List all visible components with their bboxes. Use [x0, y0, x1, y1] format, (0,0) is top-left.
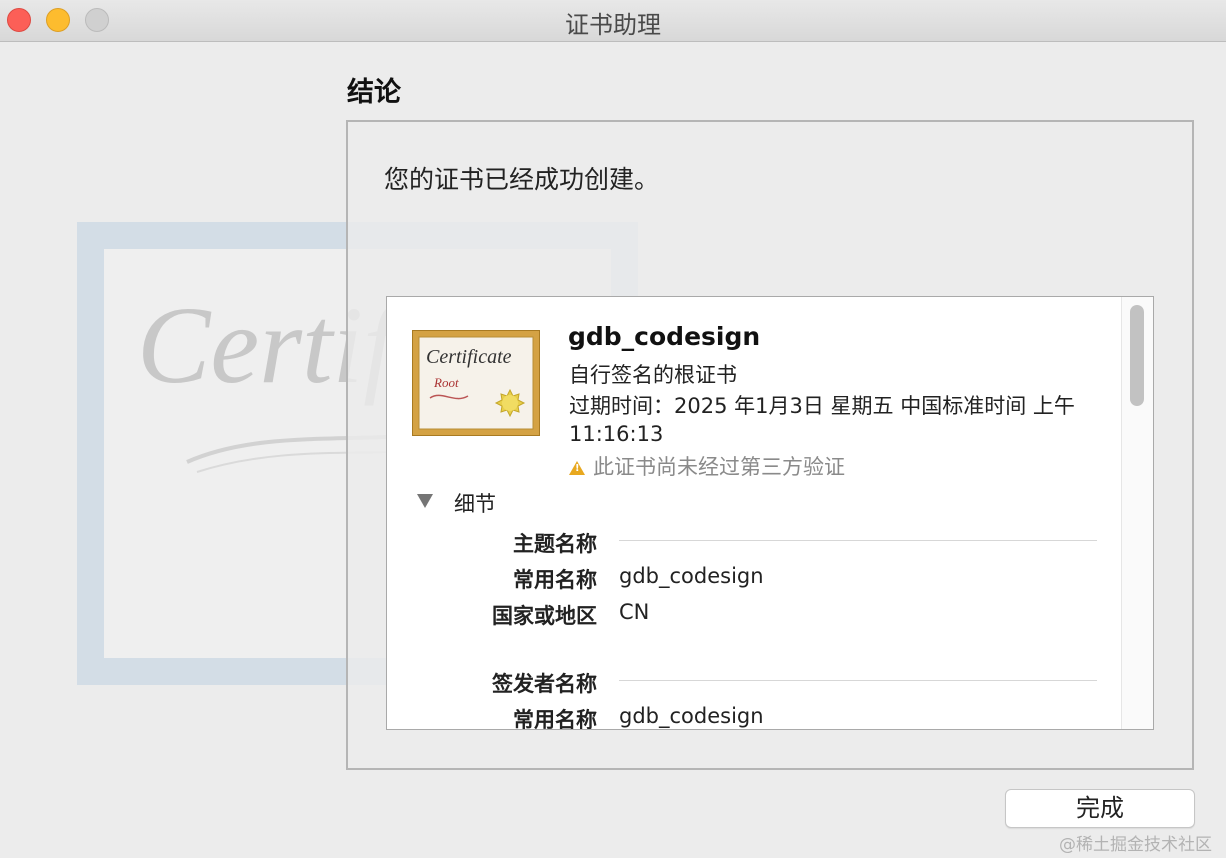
window-title: 证书助理	[565, 11, 661, 39]
subject-common-name-label: 常用名称	[513, 568, 597, 592]
scrollbar-thumb[interactable]	[1130, 305, 1144, 406]
issuer-name-header: 签发者名称	[492, 672, 597, 696]
subject-divider	[619, 540, 1097, 541]
certificate-expiry: 过期时间：2025 年1月3日 星期五 中国标准时间 上午11:16:13	[569, 394, 1075, 446]
certificate-details-panel[interactable]: Certificate Root gdb_codesign 自行签名的根证书 过…	[386, 296, 1154, 730]
issuer-common-name-label: 常用名称	[513, 708, 597, 730]
title-bar: 证书助理	[0, 0, 1226, 42]
certificate-icon: Certificate Root	[411, 329, 541, 440]
certificate-name: gdb_codesign	[568, 322, 761, 351]
watermark: @稀土掘金技术社区	[1059, 835, 1212, 855]
done-button[interactable]: 完成	[1005, 789, 1195, 828]
section-title: 结论	[347, 77, 401, 108]
scrollbar[interactable]	[1121, 297, 1153, 729]
certificate-icon-title: Certificate	[426, 346, 512, 368]
disclosure-triangle-icon[interactable]	[417, 494, 433, 508]
trust-warning-text: 此证书尚未经过第三方验证	[593, 455, 845, 479]
subject-common-name-value: gdb_codesign	[619, 564, 764, 588]
subject-country-label: 国家或地区	[492, 604, 597, 628]
trust-warning: 此证书尚未经过第三方验证	[569, 451, 845, 481]
subject-country-value: CN	[619, 600, 650, 624]
issuer-common-name-value: gdb_codesign	[619, 704, 764, 728]
certificate-icon-subtitle: Root	[433, 375, 459, 390]
certificate-type: 自行签名的根证书	[569, 363, 737, 387]
details-toggle[interactable]: 细节	[454, 488, 496, 518]
success-message: 您的证书已经成功创建。	[384, 165, 660, 194]
warning-icon	[569, 461, 585, 475]
issuer-divider	[619, 680, 1097, 681]
subject-name-header: 主题名称	[513, 532, 597, 556]
